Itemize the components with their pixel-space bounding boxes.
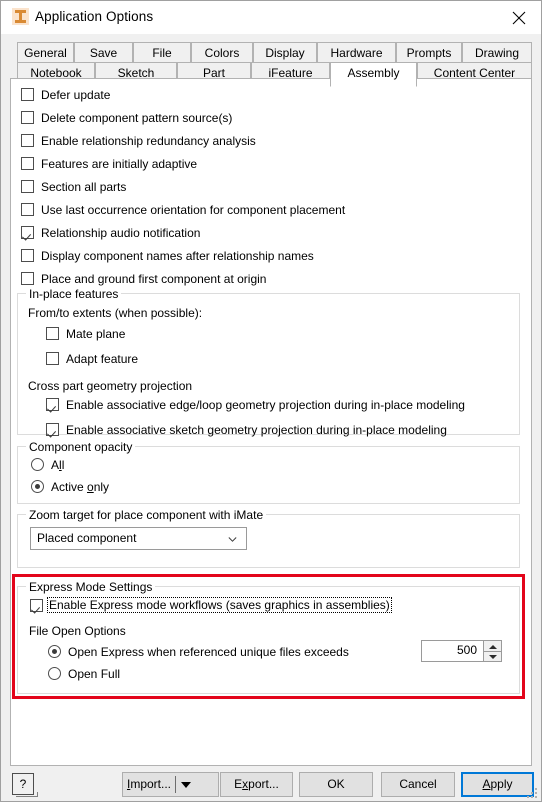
checkbox-use-last-occurrence-orientation-for-component-placement[interactable] — [21, 203, 34, 216]
label-enable-express-mode: Enable Express mode workflows (saves gra… — [47, 597, 392, 613]
label-use-last-occurrence-orientation-for-component-placement: Use last occurrence orientation for comp… — [41, 203, 346, 217]
checkbox-defer-update[interactable] — [21, 88, 34, 101]
checkbox-relationship-audio-notification[interactable] — [21, 226, 34, 239]
checkbox-adapt-feature[interactable] — [46, 352, 59, 365]
tab-general[interactable]: General — [17, 42, 74, 64]
radio-opacity-all[interactable] — [31, 458, 44, 471]
radio-open-express[interactable] — [48, 645, 61, 658]
tab-display[interactable]: Display — [253, 42, 317, 64]
import-button-label: Import... — [126, 777, 172, 791]
window-title: Application Options — [35, 9, 154, 24]
checkbox-enable-sketch-projection[interactable] — [46, 423, 59, 436]
zoom-target-value: Placed component — [37, 531, 137, 545]
label-open-full: Open Full — [68, 667, 121, 681]
label-opacity-active-only: Active only — [51, 480, 110, 494]
express-mode-settings-title: Express Mode Settings — [26, 580, 156, 594]
assembly-options-panel: Defer update Delete component pattern sou… — [10, 78, 532, 766]
zoom-target-title: Zoom target for place component with iMa… — [26, 508, 267, 522]
ok-button[interactable]: OK — [299, 772, 373, 797]
checkbox-enable-relationship-redundancy-analysis[interactable] — [21, 134, 34, 147]
file-open-options-label: File Open Options — [29, 624, 126, 638]
radio-opacity-active-only[interactable] — [31, 480, 44, 493]
in-place-features-title: In-place features — [26, 287, 122, 301]
label-delete-component-pattern-source-s: Delete component pattern source(s) — [41, 111, 233, 125]
export-button-label: Export... — [234, 777, 279, 791]
express-threshold-spinner[interactable]: 500 — [421, 640, 502, 662]
label-features-are-initially-adaptive: Features are initially adaptive — [41, 157, 198, 171]
inventor-logo-icon — [12, 8, 29, 25]
express-threshold-input[interactable]: 500 — [421, 640, 484, 662]
checkbox-delete-component-pattern-source-s[interactable] — [21, 111, 34, 124]
spinner-down-icon[interactable] — [484, 652, 501, 662]
label-relationship-audio-notification: Relationship audio notification — [41, 226, 201, 240]
express-mode-settings-group: Express Mode Settings Enable Express mod… — [17, 580, 520, 694]
component-opacity-group: Component opacity All Active only — [17, 440, 520, 504]
tab-assembly[interactable]: Assembly — [330, 62, 417, 87]
checkbox-display-component-names-after-relationship-names[interactable] — [21, 249, 34, 262]
ok-button-label: OK — [327, 777, 345, 791]
tab-hardware[interactable]: Hardware — [317, 42, 396, 64]
label-mate-plane: Mate plane — [66, 327, 126, 341]
checkbox-mate-plane[interactable] — [46, 327, 59, 340]
tab-strip: General Save File Colors Display Hardware Prom… — [1, 34, 541, 87]
zoom-target-combobox[interactable]: Placed component — [30, 527, 247, 550]
label-place-and-ground-first-component-at-origin: Place and ground first component at orig… — [41, 272, 267, 286]
tab-drawing[interactable]: Drawing — [462, 42, 532, 64]
label-display-component-names-after-relationship-names: Display component names after relationsh… — [41, 249, 314, 263]
tab-file[interactable]: File — [133, 42, 191, 64]
component-opacity-title: Component opacity — [26, 440, 136, 454]
checkbox-place-and-ground-first-component-at-origin[interactable] — [21, 272, 34, 285]
cancel-button-label: Cancel — [399, 777, 437, 791]
zoom-target-group: Zoom target for place component with iMa… — [17, 508, 520, 568]
radio-open-full[interactable] — [48, 667, 61, 680]
checkbox-enable-edge-loop-projection[interactable] — [46, 398, 59, 411]
label-section-all-parts: Section all parts — [41, 180, 127, 194]
label-defer-update: Defer update — [41, 88, 111, 102]
import-button[interactable]: Import... — [122, 772, 219, 797]
from-to-extents-label: From/to extents (when possible): — [28, 306, 203, 320]
label-adapt-feature: Adapt feature — [66, 352, 139, 366]
cross-part-projection-label: Cross part geometry projection — [28, 379, 193, 393]
spinner-up-icon[interactable] — [484, 641, 501, 651]
label-opacity-all: All — [51, 458, 65, 472]
tab-colors[interactable]: Colors — [191, 42, 253, 64]
label-enable-edge-loop-projection: Enable associative edge/loop geometry pr… — [66, 398, 465, 412]
resize-grip[interactable] — [527, 788, 538, 799]
checkbox-enable-express-mode[interactable] — [30, 599, 43, 612]
apply-button[interactable]: Apply — [461, 772, 534, 797]
title-bar: Application Options — [1, 1, 541, 34]
apply-button-label: Apply — [482, 777, 513, 791]
import-dropdown-arrow-icon[interactable] — [181, 782, 191, 788]
tab-save[interactable]: Save — [74, 42, 133, 64]
in-place-features-group: In-place features From/to extents (when … — [17, 287, 520, 437]
close-icon[interactable] — [496, 1, 541, 31]
label-open-express: Open Express when referenced unique file… — [68, 645, 349, 659]
export-button[interactable]: Export... — [220, 772, 293, 797]
label-enable-relationship-redundancy-analysis: Enable relationship redundancy analysis — [41, 134, 256, 148]
application-options-dialog: Application Options General Save File Color… — [0, 0, 542, 802]
help-button[interactable]: ? — [12, 773, 34, 795]
checkbox-features-are-initially-adaptive[interactable] — [21, 157, 34, 170]
chevron-down-icon — [228, 537, 237, 542]
cancel-button[interactable]: Cancel — [381, 772, 455, 797]
import-split-divider — [175, 776, 176, 793]
label-enable-sketch-projection: Enable associative sketch geometry proje… — [66, 423, 447, 437]
tab-prompts[interactable]: Prompts — [396, 42, 462, 64]
spinner-buttons — [484, 640, 502, 662]
checkbox-section-all-parts[interactable] — [21, 180, 34, 193]
